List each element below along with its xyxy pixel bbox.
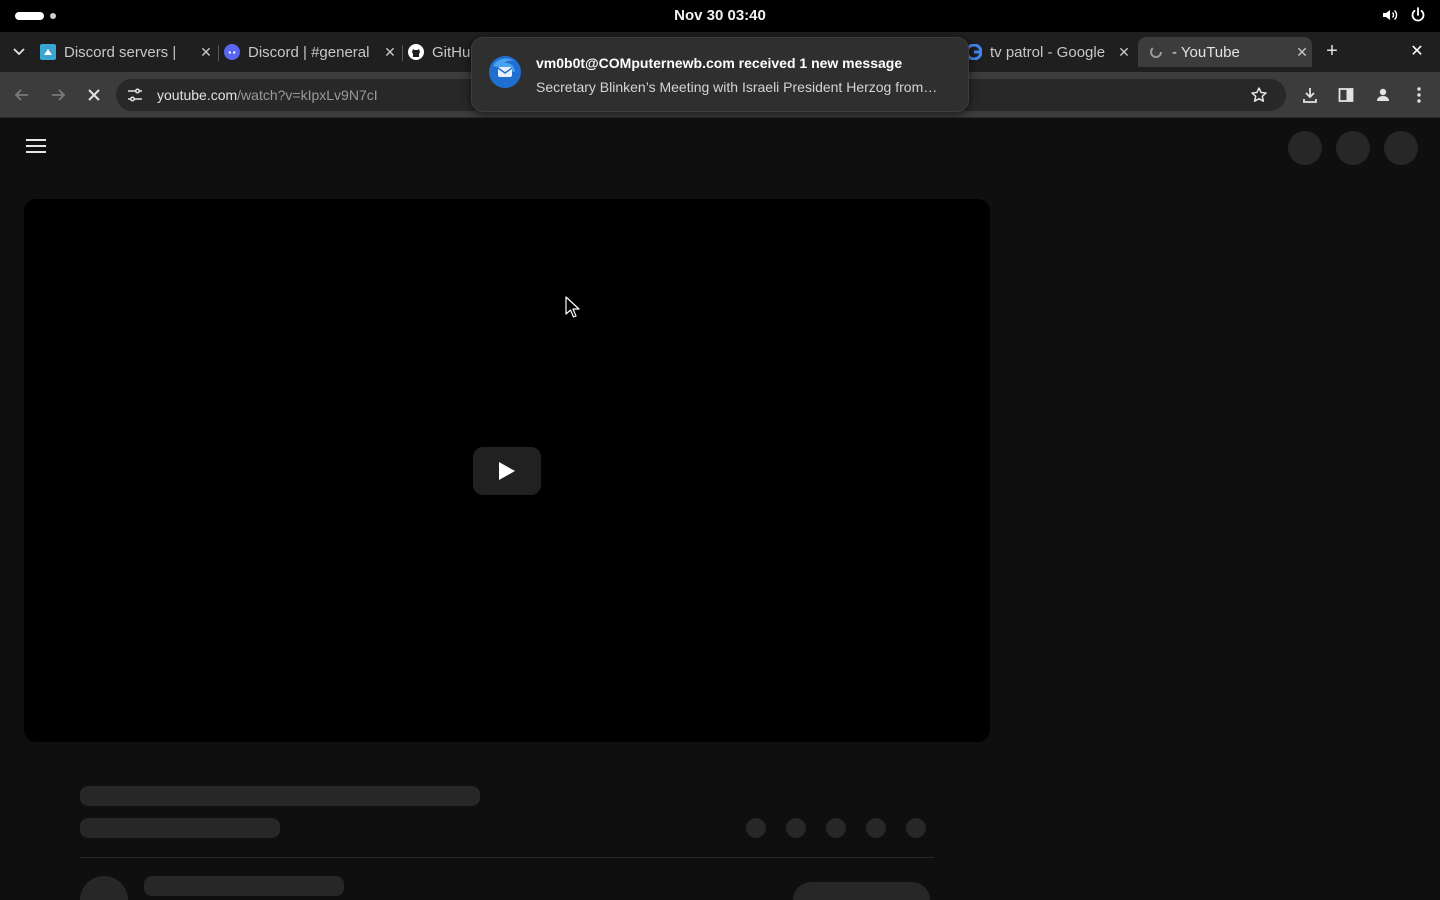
url-host: youtube.com <box>157 87 238 103</box>
side-panel-button[interactable] <box>1333 82 1359 108</box>
github-favicon <box>408 44 424 60</box>
tab-discord-servers[interactable]: Discord servers | ✕ <box>40 37 216 67</box>
close-icon <box>88 89 100 101</box>
tab-close-icon[interactable]: ✕ <box>380 42 400 62</box>
action-placeholder <box>746 818 766 838</box>
system-top-bar: Nov 30 03:40 <box>0 0 1440 32</box>
loading-favicon <box>1150 46 1162 58</box>
site-settings-icon[interactable] <box>126 86 144 104</box>
back-arrow-icon <box>14 89 28 101</box>
downloads-button[interactable] <box>1297 82 1323 108</box>
action-placeholder <box>906 818 926 838</box>
mouse-cursor-icon <box>565 296 580 318</box>
tab-github[interactable]: GitHub <box>408 37 472 67</box>
masthead-placeholder-circle <box>1288 131 1322 165</box>
action-placeholder <box>866 818 886 838</box>
window-close-icon[interactable]: ✕ <box>1407 41 1427 61</box>
url-text: youtube.com/watch?v=kIpxLv9N7cI <box>157 87 378 103</box>
action-placeholder <box>786 818 806 838</box>
channel-name-placeholder <box>144 876 344 896</box>
tab-close-icon[interactable]: ✕ <box>1292 42 1312 62</box>
guide-menu-icon[interactable] <box>26 139 46 155</box>
power-icon[interactable] <box>1410 7 1426 23</box>
forward-arrow-icon <box>52 89 66 101</box>
play-icon <box>499 462 515 480</box>
tab-close-icon[interactable]: ✕ <box>1114 42 1134 62</box>
channel-avatar-placeholder <box>80 876 128 900</box>
bookmark-star-icon[interactable] <box>1250 86 1268 109</box>
stop-loading-button[interactable] <box>81 82 107 108</box>
browser-menu-button[interactable] <box>1406 82 1432 108</box>
download-icon <box>1303 88 1317 103</box>
tab-separator <box>218 45 219 61</box>
clock[interactable]: Nov 30 03:40 <box>0 7 1440 24</box>
new-tab-button[interactable]: + <box>1320 39 1344 63</box>
url-path: /watch?v=kIpxLv9N7cI <box>237 87 378 103</box>
tab-search-button[interactable] <box>6 39 32 65</box>
tab-youtube-active[interactable]: - YouTube ✕ <box>1138 37 1312 67</box>
subscribe-placeholder <box>793 882 930 900</box>
forward-button[interactable] <box>45 82 71 108</box>
masthead-placeholder-circle <box>1384 131 1418 165</box>
kebab-menu-icon <box>1417 87 1421 103</box>
side-panel-icon <box>1338 88 1354 102</box>
video-player[interactable] <box>24 199 990 742</box>
tab-close-icon[interactable]: ✕ <box>196 42 216 62</box>
views-placeholder <box>80 818 280 838</box>
divider <box>80 857 934 858</box>
tab-discord-general[interactable]: Discord | #general ✕ <box>224 37 400 67</box>
notification-banner[interactable]: vm0b0t@COMputernewb.com received 1 new m… <box>471 37 969 112</box>
discord-favicon <box>224 44 240 60</box>
chevron-down-icon <box>13 48 25 56</box>
play-button[interactable] <box>473 447 541 495</box>
title-placeholder <box>80 786 480 806</box>
profile-icon <box>1377 88 1389 101</box>
thunderbird-icon <box>489 56 521 88</box>
volume-icon[interactable] <box>1382 7 1398 23</box>
notification-title: vm0b0t@COMputernewb.com received 1 new m… <box>536 55 903 71</box>
tab-separator <box>402 45 403 61</box>
notification-body: Secretary Blinken’s Meeting with Israeli… <box>536 79 938 95</box>
back-button[interactable] <box>9 82 35 108</box>
discord-servers-favicon <box>40 44 56 60</box>
action-placeholder <box>826 818 846 838</box>
tab-tv-patrol[interactable]: tv patrol - Google ✕ <box>966 37 1134 67</box>
masthead-placeholder-circle <box>1336 131 1370 165</box>
profile-button[interactable] <box>1370 82 1396 108</box>
